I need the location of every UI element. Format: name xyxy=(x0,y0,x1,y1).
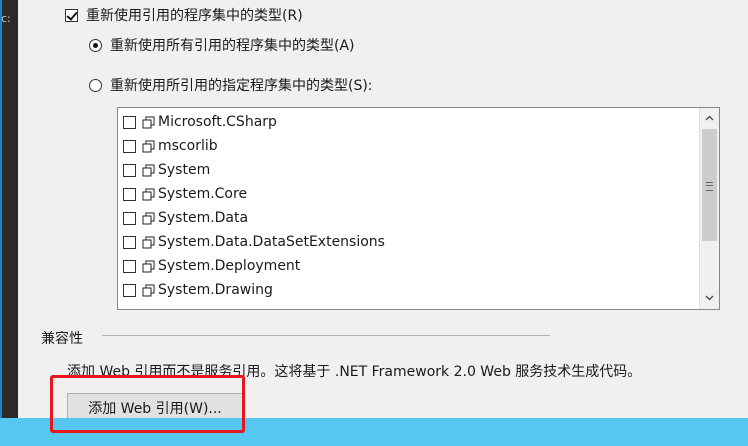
list-item[interactable]: System xyxy=(123,158,210,182)
reuse-specified-label: 重新使用所引用的指定程序集中的类型(S): xyxy=(110,78,373,94)
window-edge xyxy=(0,0,2,418)
assembly-checkbox[interactable] xyxy=(123,139,136,153)
list-item[interactable]: System.Data.DataSetExtensions xyxy=(123,230,385,254)
list-item[interactable]: System.Deployment xyxy=(123,254,300,278)
reuse-all-option[interactable]: 重新使用所有引用的程序集中的类型(A) xyxy=(89,35,355,55)
chevron-down-icon xyxy=(705,295,714,301)
grip-icon xyxy=(706,182,713,191)
compatibility-group-title: 兼容性 xyxy=(41,331,83,347)
list-item[interactable]: mscorlib xyxy=(123,134,218,158)
scroll-down-button[interactable] xyxy=(701,289,718,307)
assembly-checkbox[interactable] xyxy=(123,163,136,177)
list-item[interactable]: System.Drawing xyxy=(123,278,273,302)
group-divider xyxy=(102,335,550,336)
assembly-icon xyxy=(142,260,155,272)
assembly-checkbox[interactable] xyxy=(123,283,136,297)
assembly-checkbox[interactable] xyxy=(123,211,136,225)
assembly-icon xyxy=(142,212,155,224)
assembly-name: System.Deployment xyxy=(158,258,301,274)
reuse-all-label: 重新使用所有引用的程序集中的类型(A) xyxy=(110,38,355,54)
scroll-up-button[interactable] xyxy=(701,109,718,127)
list-item[interactable]: System.Core xyxy=(123,182,247,206)
highlight-annotation xyxy=(50,375,245,433)
assembly-name: System.Drawing xyxy=(158,282,273,298)
assembly-list[interactable]: Microsoft.CSharp mscorlib System System.… xyxy=(117,107,720,310)
assembly-checkbox[interactable] xyxy=(123,115,136,129)
assembly-name: System.Core xyxy=(158,186,248,202)
assembly-icon xyxy=(142,236,155,248)
background-text: c: xyxy=(1,12,11,25)
assembly-checkbox[interactable] xyxy=(123,187,136,201)
reuse-all-radio[interactable] xyxy=(89,38,102,52)
background-window-strip: c: xyxy=(0,0,18,418)
reuse-types-option[interactable]: 重新使用引用的程序集中的类型(R) xyxy=(65,5,303,25)
assembly-icon xyxy=(142,140,155,152)
assembly-name: System xyxy=(158,162,211,178)
assembly-name: System.Data xyxy=(158,210,249,226)
assembly-icon xyxy=(142,116,155,128)
reuse-specified-radio[interactable] xyxy=(89,78,102,92)
service-reference-settings-dialog: 重新使用引用的程序集中的类型(R) 重新使用所有引用的程序集中的类型(A) 重新… xyxy=(18,0,748,422)
reuse-types-checkbox[interactable] xyxy=(65,8,78,22)
scroll-thumb[interactable] xyxy=(702,129,717,241)
assembly-name: Microsoft.CSharp xyxy=(158,114,277,130)
reuse-types-label: 重新使用引用的程序集中的类型(R) xyxy=(86,8,303,24)
list-item[interactable]: Microsoft.CSharp xyxy=(123,110,277,134)
reuse-specified-option[interactable]: 重新使用所引用的指定程序集中的类型(S): xyxy=(89,75,373,95)
assembly-icon xyxy=(142,164,155,176)
assembly-icon xyxy=(142,188,155,200)
assembly-checkbox[interactable] xyxy=(123,259,136,273)
assembly-name: mscorlib xyxy=(158,138,218,154)
assembly-name: System.Data.DataSetExtensions xyxy=(158,234,385,250)
assembly-checkbox[interactable] xyxy=(123,235,136,249)
chevron-up-icon xyxy=(705,115,714,121)
list-item[interactable]: System.Data xyxy=(123,206,248,230)
assembly-icon xyxy=(142,284,155,296)
list-scrollbar[interactable] xyxy=(699,108,719,309)
